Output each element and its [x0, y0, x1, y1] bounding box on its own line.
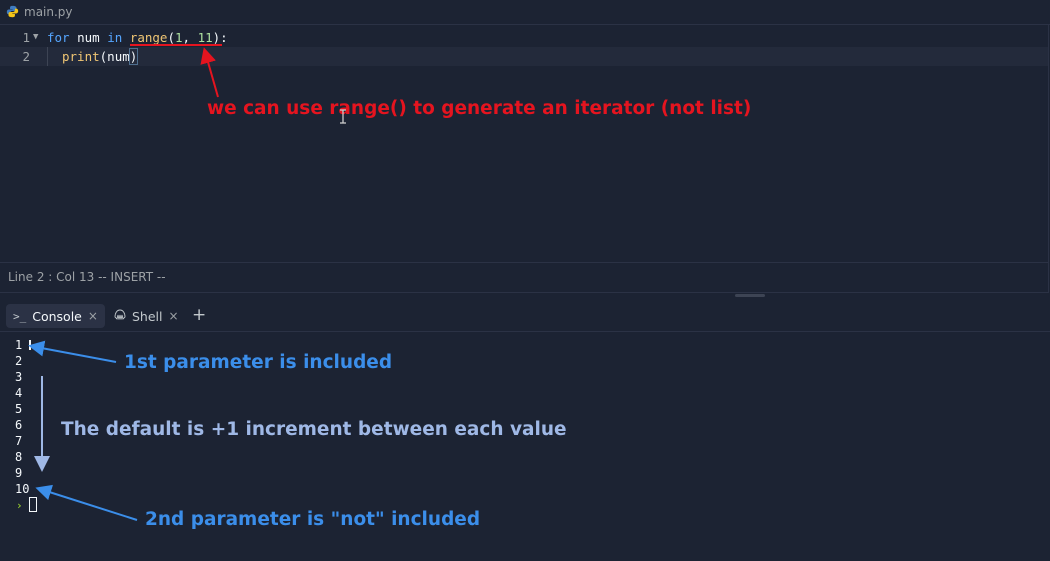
tab-shell-label: Shell: [132, 308, 163, 324]
output-line: 1: [15, 338, 23, 352]
close-icon[interactable]: ×: [169, 309, 179, 323]
code-text: for num in range(1, 11):: [47, 28, 228, 47]
number-literal: 1: [174, 30, 183, 45]
fold-toggle-icon[interactable]: ▼: [33, 28, 38, 47]
output-line: 4: [15, 386, 23, 400]
terminal-icon: >_: [13, 309, 27, 323]
text-cursor: [29, 340, 31, 350]
number-literal: 11: [197, 30, 213, 45]
punctuation: ,: [182, 30, 198, 45]
line-number: 1: [22, 30, 30, 45]
tab-console[interactable]: >_ Console ×: [6, 304, 105, 328]
output-line: 3: [15, 370, 23, 384]
editor-pane: main.py 1 ▼ for num in range(1, 11): 2 p…: [0, 0, 1050, 293]
input-cursor[interactable]: [29, 497, 37, 512]
variable: num: [77, 30, 100, 45]
add-tab-button[interactable]: +: [192, 305, 206, 325]
keyword: in: [107, 30, 123, 45]
code-line[interactable]: 1 ▼ for num in range(1, 11):: [0, 28, 1048, 47]
annotation-range-note: we can use range() to generate an iterat…: [207, 98, 752, 119]
console-tab-bar: >_ Console × Shell × +: [0, 300, 1050, 332]
annotation-first-param: 1st parameter is included: [124, 352, 393, 373]
output-line: 6: [15, 418, 23, 432]
line-number: 2: [22, 49, 30, 64]
annotation-increment: The default is +1 increment between each…: [61, 419, 567, 440]
output-line: 9: [15, 466, 23, 480]
file-tab[interactable]: main.py: [0, 0, 1050, 25]
indent-guide: [47, 47, 48, 66]
code-line-active[interactable]: 2 print(num): [0, 47, 1048, 66]
output-line: 8: [15, 450, 23, 464]
matching-paren: ): [128, 48, 139, 65]
variable: num: [107, 49, 130, 64]
shell-icon: [114, 309, 126, 324]
function-name: range: [129, 30, 168, 45]
punctuation: (: [167, 30, 175, 45]
keyword: for: [47, 30, 70, 45]
tab-shell[interactable]: Shell ×: [107, 304, 186, 328]
code-text: print(num): [62, 47, 139, 66]
tab-console-label: Console: [32, 308, 82, 324]
close-icon[interactable]: ×: [88, 309, 98, 323]
annotation-second-param: 2nd parameter is "not" included: [145, 509, 481, 530]
python-icon: [6, 3, 19, 22]
output-line: 2: [15, 354, 23, 368]
output-line: 7: [15, 434, 23, 448]
console-panel: >_ Console × Shell × + 1 2 3 4 5 6 7 8 9…: [0, 300, 1050, 561]
function-name: print: [62, 49, 100, 64]
punctuation: ):: [212, 30, 228, 45]
prompt-icon: ›: [16, 499, 23, 512]
file-tab-label: main.py: [24, 5, 73, 19]
pane-resize-handle[interactable]: [735, 294, 765, 297]
output-line: 10: [15, 482, 30, 496]
output-line: 5: [15, 402, 23, 416]
status-bar: Line 2 : Col 13 -- INSERT --: [0, 262, 1048, 292]
